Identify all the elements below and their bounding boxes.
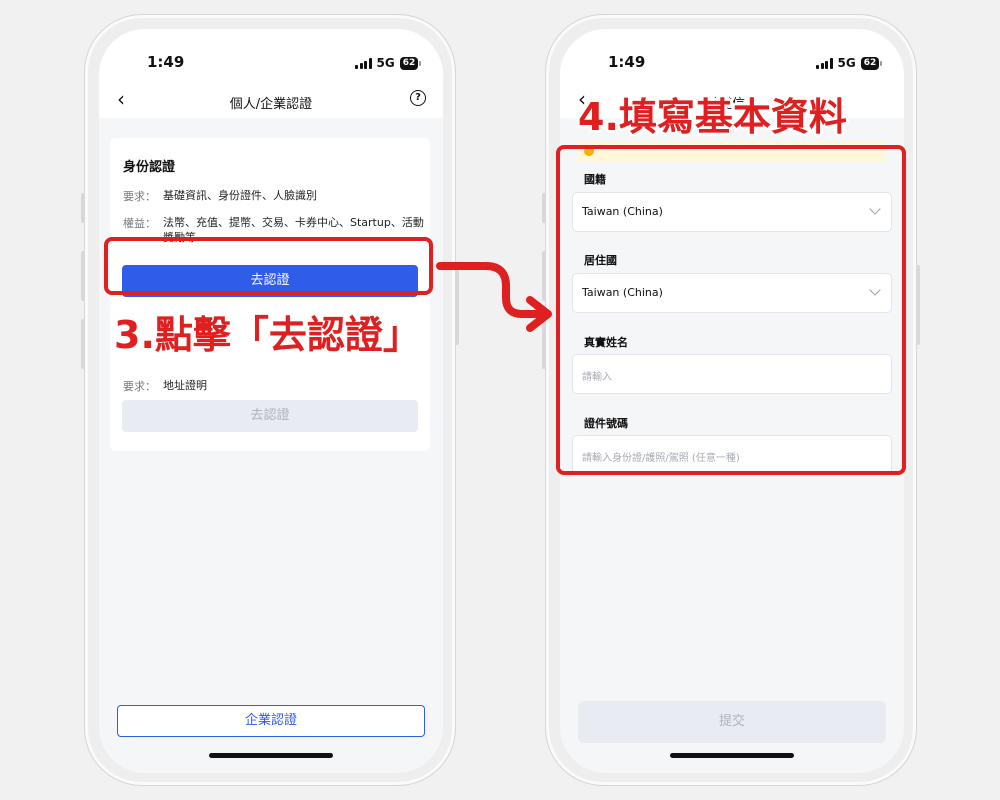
step4-annotation: 4.填寫基本資料: [578, 95, 847, 139]
help-icon[interactable]: ?: [410, 90, 426, 106]
status-time: 1:49: [147, 53, 185, 71]
arrow-icon: [436, 262, 552, 332]
nav-bar: ‹ 個人/企業認證 ?: [99, 84, 443, 118]
network-label: 5G: [376, 56, 395, 70]
home-indicator: [209, 753, 333, 758]
signal-icon: [355, 57, 372, 69]
identity-verification-title: 身份認證: [123, 160, 176, 175]
enterprise-verify-button[interactable]: 企業認證: [117, 705, 425, 737]
battery-icon: 62: [399, 56, 421, 70]
address-verify-button[interactable]: 去認證: [122, 400, 418, 432]
highlight-verify-button-frame: [104, 237, 433, 295]
home-indicator: [670, 753, 794, 758]
battery-icon: 62: [860, 56, 882, 70]
left-phone-frame: 1:49 5G 62 ‹ 個人/企業認證 ? 身份認證 要求： 基礎資訊、身份證…: [81, 14, 459, 786]
highlight-form-frame: [556, 145, 906, 475]
status-time: 1:49: [608, 53, 646, 71]
identity-requirement-row: 要求： 基礎資訊、身份證件、人臉識別: [123, 189, 317, 203]
signal-icon: [816, 57, 833, 69]
network-label: 5G: [837, 56, 856, 70]
step3-annotation: 3.點擊「去認證」: [114, 313, 421, 357]
submit-button[interactable]: 提交: [578, 701, 886, 743]
page-title: 個人/企業認證: [229, 97, 313, 112]
left-screen: 1:49 5G 62 ‹ 個人/企業認證 ? 身份認證 要求： 基礎資訊、身份證…: [99, 29, 443, 773]
address-requirement-row: 要求： 地址證明: [123, 379, 207, 393]
